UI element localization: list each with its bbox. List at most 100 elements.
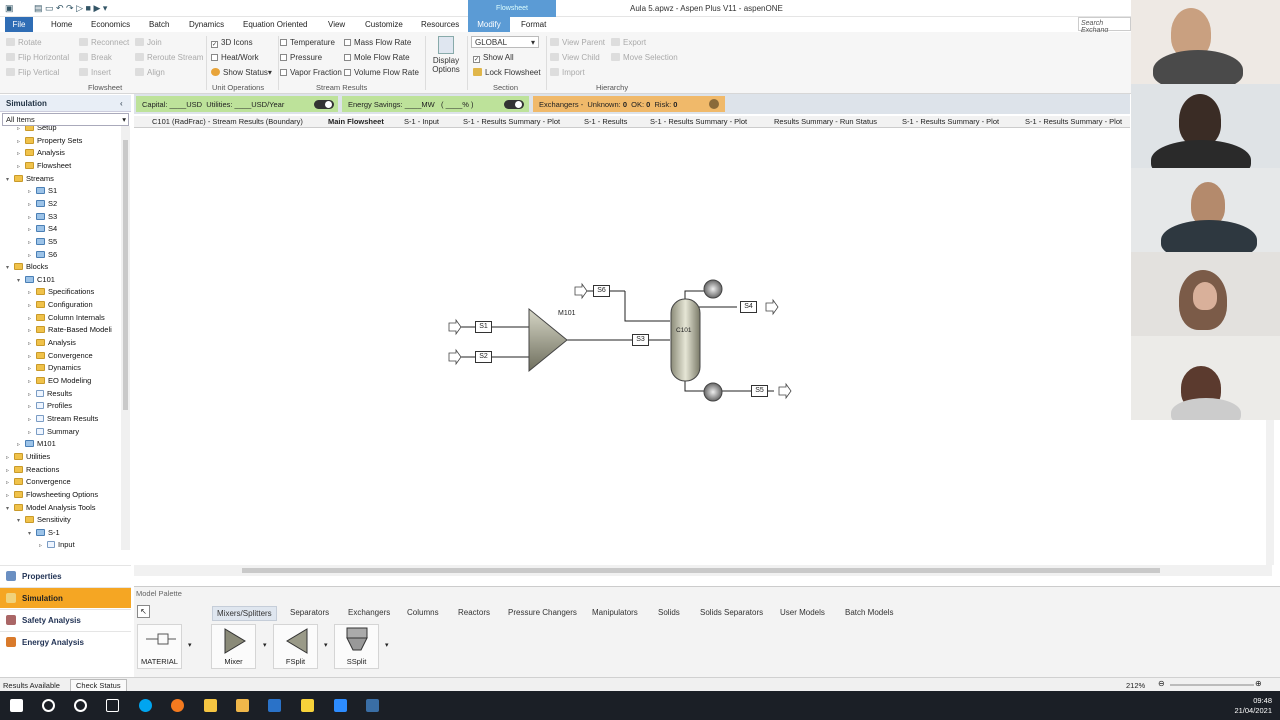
expand-icon[interactable]: ▹ [28, 226, 35, 233]
expand-icon[interactable]: ▹ [28, 353, 35, 360]
tab-s1-results-summary-plot[interactable]: S-1 - Results Summary - Plot [1025, 117, 1122, 126]
expand-icon[interactable]: ▹ [6, 467, 13, 474]
start-icon[interactable] [10, 699, 23, 712]
palette-tab-solids[interactable]: Solids [658, 608, 680, 617]
firefox-icon[interactable] [171, 699, 184, 712]
expand-icon[interactable]: ▹ [6, 454, 13, 461]
outlook-icon[interactable] [268, 699, 281, 712]
show-status-button[interactable]: Show Status▾ [211, 68, 272, 77]
tree-item[interactable]: ▹ Reactions [6, 465, 59, 477]
zoom-in-icon[interactable]: ⊕ [1255, 679, 1262, 688]
save-icon[interactable]: ▤ ▭ ↶ ↷ ▷ ■ ▶ ▾ [34, 3, 107, 14]
expand-icon[interactable]: ▹ [28, 429, 35, 436]
canvas-vertical-scrollbar[interactable] [1266, 420, 1274, 565]
expand-icon[interactable]: ▹ [28, 391, 35, 398]
tree-scrollbar[interactable] [121, 126, 130, 550]
tab-economics[interactable]: Economics [91, 20, 130, 29]
rotate-button[interactable]: Rotate [6, 38, 42, 47]
expand-icon[interactable]: ▹ [28, 378, 35, 385]
canvas-horizontal-scrollbar[interactable] [134, 565, 1272, 576]
file-menu[interactable]: File [5, 17, 33, 32]
expand-icon[interactable]: ▹ [28, 416, 35, 423]
palette-tab-columns[interactable]: Columns [407, 608, 439, 617]
palette-tab-user-models[interactable]: User Models [780, 608, 825, 617]
video-tile[interactable] [1131, 84, 1280, 168]
flip-vertical-button[interactable]: Flip Vertical [6, 68, 59, 77]
exchangers-panel[interactable]: Exchangers - Unknown: 0 OK: 0 Risk: 0 [533, 96, 725, 112]
expand-icon[interactable]: ▹ [17, 126, 24, 132]
expand-icon[interactable]: ▹ [17, 138, 24, 145]
palette-tab-mixers-splitters[interactable]: Mixers/Splitters [212, 606, 277, 621]
tree-item[interactable]: ▹ S4 [28, 224, 57, 236]
pressure-checkbox[interactable]: Pressure [280, 53, 322, 62]
display-options-button[interactable]: Display Options [428, 34, 464, 82]
3d-icons-checkbox[interactable]: ✓ 3D Icons [211, 38, 253, 48]
video-tile[interactable] [1131, 252, 1280, 336]
tab-view[interactable]: View [328, 20, 345, 29]
media-player-icon[interactable] [236, 699, 249, 712]
palette-tab-batch-models[interactable]: Batch Models [845, 608, 893, 617]
tab-s1-results-summary-plot[interactable]: S-1 - Results Summary - Plot [463, 117, 560, 126]
tree-item[interactable]: ▹ S2 [28, 199, 57, 211]
expand-icon[interactable]: ▹ [28, 188, 35, 195]
tab-customize[interactable]: Customize [365, 20, 403, 29]
reroute-stream-button[interactable]: Reroute Stream [135, 53, 203, 62]
palette-tab-solids-separators[interactable]: Solids Separators [700, 608, 763, 617]
section-select[interactable]: GLOBAL ▾ [471, 36, 539, 48]
palette-tab-exchangers[interactable]: Exchangers [348, 608, 390, 617]
tree-item[interactable]: ▾ Sensitivity [17, 515, 71, 527]
tree-item[interactable]: ▾ S-1 [28, 528, 60, 540]
view-child-button[interactable]: View Child [550, 53, 600, 62]
video-tile[interactable] [1131, 168, 1280, 252]
tree-item[interactable]: ▹ Profiles [28, 401, 72, 413]
tree-item[interactable]: ▹ Summary [28, 427, 79, 439]
break-button[interactable]: Break [79, 53, 112, 62]
palette-tab-manipulators[interactable]: Manipulators [592, 608, 638, 617]
stream-s6-label[interactable]: S6 [593, 285, 610, 297]
expand-icon[interactable]: ▹ [17, 163, 24, 170]
expand-icon[interactable]: ▹ [28, 365, 35, 372]
expand-icon[interactable]: ▹ [6, 492, 13, 499]
view-parent-button[interactable]: View Parent [550, 38, 605, 47]
tab-format[interactable]: Format [521, 20, 546, 29]
expand-icon[interactable]: ▹ [28, 302, 35, 309]
align-button[interactable]: Align [135, 68, 165, 77]
tree-item[interactable]: ▹ M101 [17, 439, 56, 451]
expand-icon[interactable]: ▹ [28, 327, 35, 334]
cortana-icon[interactable] [74, 699, 87, 712]
show-all-checkbox[interactable]: ✓ Show All [473, 53, 514, 63]
stream-s2-label[interactable]: S2 [475, 351, 492, 363]
expand-icon[interactable]: ▹ [28, 201, 35, 208]
video-tile[interactable] [1131, 0, 1280, 84]
tree-item[interactable]: ▾ C101 [17, 275, 55, 287]
expand-icon[interactable]: ▹ [28, 252, 35, 259]
nav-properties-button[interactable]: Properties [0, 565, 131, 586]
search-input[interactable]: Search Exchang [1078, 17, 1131, 34]
nav-safety-analysis-button[interactable]: Safety Analysis [0, 609, 131, 630]
volume-flow-checkbox[interactable]: Volume Flow Rate [344, 68, 419, 77]
zoom-out-icon[interactable]: ⊖ [1158, 679, 1165, 688]
aspen-plus-icon[interactable] [366, 699, 379, 712]
tab-equation-oriented[interactable]: Equation Oriented [243, 20, 308, 29]
tree-item[interactable]: ▹ Convergence [28, 351, 93, 363]
flowsheet-canvas[interactable]: S1 S2 S3 S4 S5 S6 M101 C101 [134, 129, 1272, 565]
tab-s1-results-summary-plot[interactable]: S-1 - Results Summary - Plot [902, 117, 999, 126]
tab-resources[interactable]: Resources [421, 20, 459, 29]
stream-s4-label[interactable]: S4 [740, 301, 757, 313]
palette-tab-separators[interactable]: Separators [290, 608, 329, 617]
tree-item[interactable]: ▹ Flowsheet [17, 161, 71, 173]
tree-item[interactable]: ▹ Dynamics [28, 363, 81, 375]
palette-material-stream[interactable]: MATERIAL [137, 624, 182, 669]
dropdown-icon[interactable]: ▾ [263, 641, 267, 649]
tree-item[interactable]: ▹ Results [28, 389, 72, 401]
tree-item[interactable]: ▾ Model Analysis Tools [6, 503, 95, 515]
join-button[interactable]: Join [135, 38, 162, 47]
tab-results-summary-run-status[interactable]: Results Summary - Run Status [774, 117, 877, 126]
tree-item[interactable]: ▹ Rate-Based Modeli [28, 325, 112, 337]
flip-horizontal-button[interactable]: Flip Horizontal [6, 53, 69, 62]
expand-icon[interactable]: ▹ [17, 150, 24, 157]
zoom-app-icon[interactable] [334, 699, 347, 712]
mole-flow-checkbox[interactable]: Mole Flow Rate [344, 53, 410, 62]
column-c101-block[interactable] [670, 298, 701, 382]
tree-item[interactable]: ▹ Flowsheeting Options [6, 490, 98, 502]
